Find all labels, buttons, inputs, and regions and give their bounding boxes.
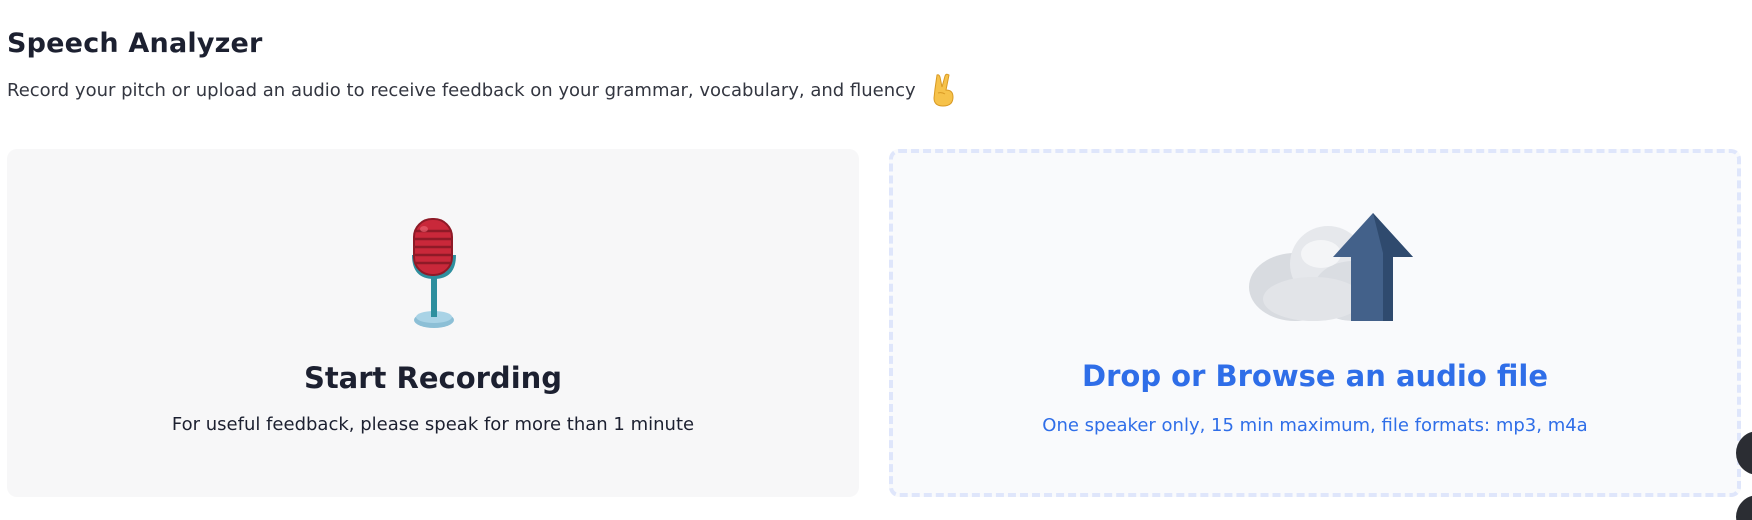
speech-analyzer-page: Speech Analyzer Record your pitch or upl… xyxy=(0,0,1752,520)
start-recording-title: Start Recording xyxy=(303,361,563,395)
subtitle-text: Record your pitch or upload an audio to … xyxy=(7,79,916,101)
start-recording-card[interactable]: Start Recording For useful feedback, ple… xyxy=(7,149,859,497)
page-subtitle: Record your pitch or upload an audio to … xyxy=(7,73,958,107)
start-recording-description: For useful feedback, please speak for mo… xyxy=(171,414,695,435)
microphone-icon xyxy=(412,218,456,328)
cloud-upload-icon xyxy=(1249,213,1413,321)
upload-title[interactable]: Drop or Browse an audio file xyxy=(893,359,1737,393)
page-title: Speech Analyzer xyxy=(7,28,263,59)
victory-hand-icon xyxy=(928,73,958,107)
audio-upload-dropzone[interactable]: Drop or Browse an audio file One speaker… xyxy=(889,149,1741,497)
floating-action-button-secondary[interactable] xyxy=(1736,495,1752,520)
upload-description: One speaker only, 15 min maximum, file f… xyxy=(1042,415,1588,436)
